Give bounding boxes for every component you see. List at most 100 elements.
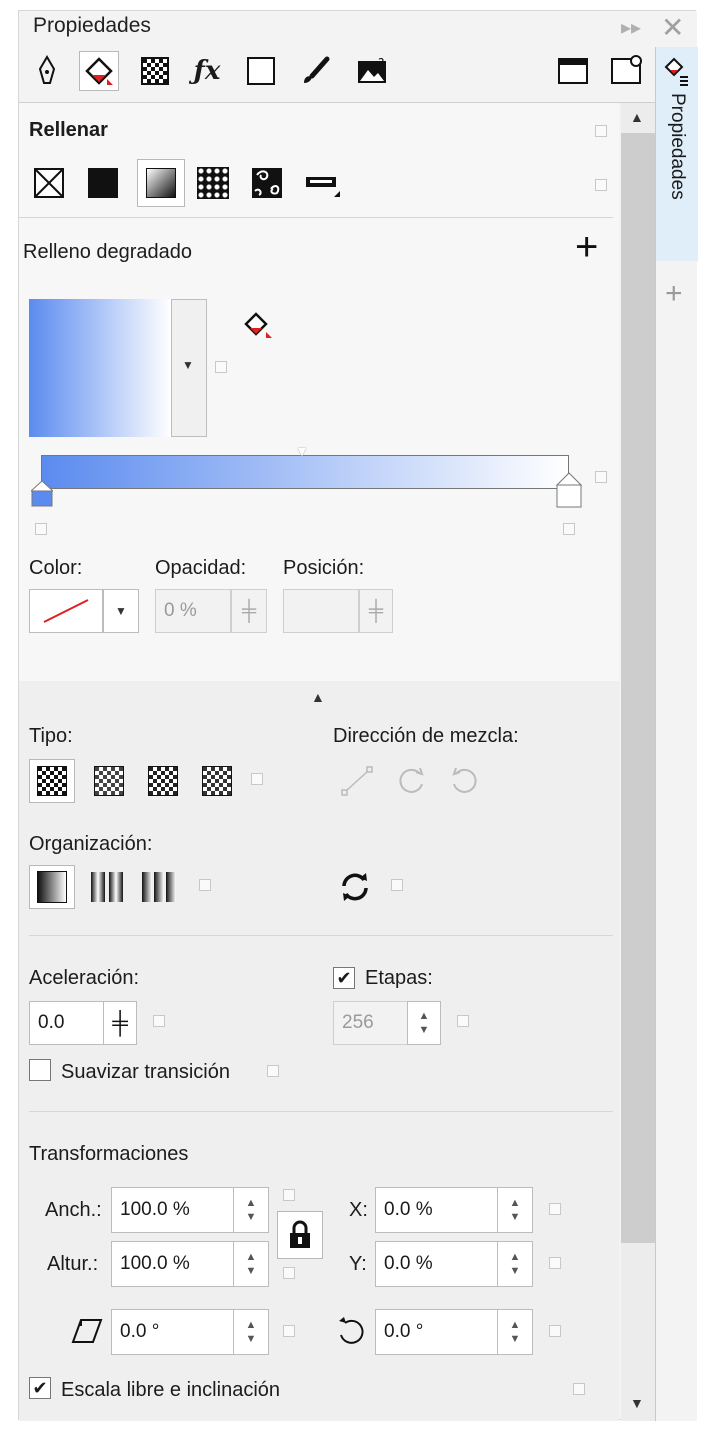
line-blend-icon xyxy=(337,761,377,801)
x-spinner[interactable]: ▲ ▼ xyxy=(497,1187,533,1233)
scroll-down-icon[interactable]: ▼ xyxy=(630,1395,644,1411)
pin-checkbox[interactable] xyxy=(35,523,47,535)
steps-spinner[interactable]: ▲ ▼ xyxy=(407,1001,441,1045)
steps-checkbox[interactable]: ✔ xyxy=(333,967,355,989)
lock-ratio-button[interactable] xyxy=(277,1211,323,1259)
pin-checkbox[interactable] xyxy=(391,879,403,891)
width-field[interactable]: 100.0 % xyxy=(111,1187,235,1233)
free-scale-checkbox[interactable]: ✔ xyxy=(29,1377,51,1399)
scroll-thumb[interactable] xyxy=(621,133,655,1243)
fill-icon[interactable] xyxy=(79,51,119,91)
y-spinner[interactable]: ▲ ▼ xyxy=(497,1241,533,1287)
rectangular-fill-type-button[interactable] xyxy=(197,761,237,801)
rotate-spinner[interactable]: ▲ ▼ xyxy=(497,1309,533,1355)
gradient-preview[interactable] xyxy=(29,299,171,437)
panel-title: Propiedades xyxy=(33,14,151,37)
start-color-node[interactable] xyxy=(29,480,55,507)
skew-icon xyxy=(69,1313,105,1349)
bitmap-pattern-fill-button[interactable] xyxy=(249,165,285,201)
pin-checkbox[interactable] xyxy=(595,471,607,483)
skew-field[interactable]: 0.0 ° xyxy=(111,1309,235,1355)
repeat-arrangement-button[interactable] xyxy=(139,867,179,907)
no-fill-button[interactable] xyxy=(31,165,67,201)
color-dropdown-button[interactable]: ▼ xyxy=(103,589,139,633)
midpoint-handle-icon[interactable]: ▼ xyxy=(295,443,309,459)
add-preset-icon[interactable]: + xyxy=(575,227,598,267)
transparency-icon[interactable] xyxy=(135,51,175,91)
window-icon[interactable] xyxy=(553,51,593,91)
pin-checkbox[interactable] xyxy=(153,1015,165,1027)
steps-field[interactable]: 256 xyxy=(333,1001,409,1045)
height-field[interactable]: 100.0 % xyxy=(111,1241,235,1287)
pin-checkbox[interactable] xyxy=(267,1065,279,1077)
height-value: 100.0 % xyxy=(120,1253,190,1274)
default-arrangement-button[interactable] xyxy=(29,865,75,909)
mirror-arrangement-button[interactable] xyxy=(87,867,127,907)
elliptical-fill-type-button[interactable] xyxy=(89,761,129,801)
smooth-transition-checkbox[interactable] xyxy=(29,1059,51,1081)
height-spinner[interactable]: ▲ ▼ xyxy=(233,1241,269,1287)
pin-checkbox[interactable] xyxy=(215,361,227,373)
close-icon[interactable]: ✕ xyxy=(661,11,684,44)
conical-fill-type-button[interactable] xyxy=(143,761,183,801)
position-field[interactable] xyxy=(283,589,359,633)
type-label: Tipo: xyxy=(29,725,73,747)
smooth-transition-label: Suavizar transición xyxy=(61,1061,230,1083)
blend-direction-label: Dirección de mezcla: xyxy=(333,725,519,747)
collapse-arrow-icon[interactable]: ▲ xyxy=(311,689,325,705)
pin-checkbox[interactable] xyxy=(199,879,211,891)
end-color-node[interactable] xyxy=(555,471,583,513)
brush-icon[interactable] xyxy=(295,51,335,91)
pin-checkbox[interactable] xyxy=(573,1383,585,1395)
add-docker-icon[interactable]: + xyxy=(665,277,683,311)
acceleration-slider-button[interactable]: ╪ xyxy=(103,1001,137,1045)
skew-spinner[interactable]: ▲ ▼ xyxy=(233,1309,269,1355)
width-spinner[interactable]: ▲ ▼ xyxy=(233,1187,269,1233)
properties-content: Rellenar Relleno degradado + ▼ ▼ Color: … xyxy=(19,103,619,1421)
scroll-up-icon[interactable]: ▲ xyxy=(630,109,644,125)
skew-value: 0.0 ° xyxy=(120,1321,160,1342)
pin-checkbox[interactable] xyxy=(595,179,607,191)
fx-icon[interactable]: ƒx xyxy=(187,51,227,91)
pin-checkbox[interactable] xyxy=(283,1267,295,1279)
gradient-title: Relleno degradado xyxy=(23,241,193,263)
reverse-colors-icon[interactable] xyxy=(335,867,375,907)
x-field[interactable]: 0.0 % xyxy=(375,1187,499,1233)
gradient-slider-bar[interactable] xyxy=(41,455,569,489)
fountain-fill-button[interactable] xyxy=(137,159,185,207)
position-slider-button[interactable]: ╪ xyxy=(359,589,393,633)
summary-icon[interactable] xyxy=(607,51,647,91)
uniform-fill-button[interactable] xyxy=(85,165,121,201)
rotate-field[interactable]: 0.0 ° xyxy=(375,1309,499,1355)
pin-checkbox[interactable] xyxy=(563,523,575,535)
collapse-icon[interactable]: ▸▸ xyxy=(621,15,641,40)
tab-propiedades[interactable]: Propiedades xyxy=(656,47,698,261)
pin-checkbox[interactable] xyxy=(549,1257,561,1269)
svg-text:?: ? xyxy=(378,56,384,70)
pin-checkbox[interactable] xyxy=(283,1189,295,1201)
frame-icon[interactable] xyxy=(241,51,281,91)
pin-checkbox[interactable] xyxy=(457,1015,469,1027)
pin-checkbox[interactable] xyxy=(549,1325,561,1337)
side-tab-label: Propiedades xyxy=(667,93,688,200)
edit-fill-icon[interactable] xyxy=(239,307,279,343)
postscript-fill-button[interactable] xyxy=(303,165,345,201)
vertical-scrollbar[interactable]: ▲ ▼ xyxy=(621,103,655,1421)
opacity-slider-button[interactable]: ╪ xyxy=(231,589,267,633)
pen-icon[interactable] xyxy=(27,51,67,91)
vector-pattern-fill-button[interactable] xyxy=(195,165,231,201)
color-picker-swatch[interactable] xyxy=(29,589,103,633)
pin-checkbox[interactable] xyxy=(251,773,263,785)
fill-tab-icon xyxy=(664,57,688,86)
pin-checkbox[interactable] xyxy=(283,1325,295,1337)
opacity-field[interactable]: 0 % xyxy=(155,589,231,633)
linear-fill-type-button[interactable] xyxy=(29,759,75,803)
pin-checkbox[interactable] xyxy=(549,1203,561,1215)
pin-checkbox[interactable] xyxy=(595,125,607,137)
gradient-preset-dropdown[interactable]: ▼ xyxy=(171,299,207,437)
image-info-icon[interactable]: ? xyxy=(353,51,393,91)
y-label: Y: xyxy=(349,1253,367,1275)
y-field[interactable]: 0.0 % xyxy=(375,1241,499,1287)
acceleration-field[interactable]: 0.0 xyxy=(29,1001,105,1045)
acceleration-value: 0.0 xyxy=(38,1012,65,1033)
